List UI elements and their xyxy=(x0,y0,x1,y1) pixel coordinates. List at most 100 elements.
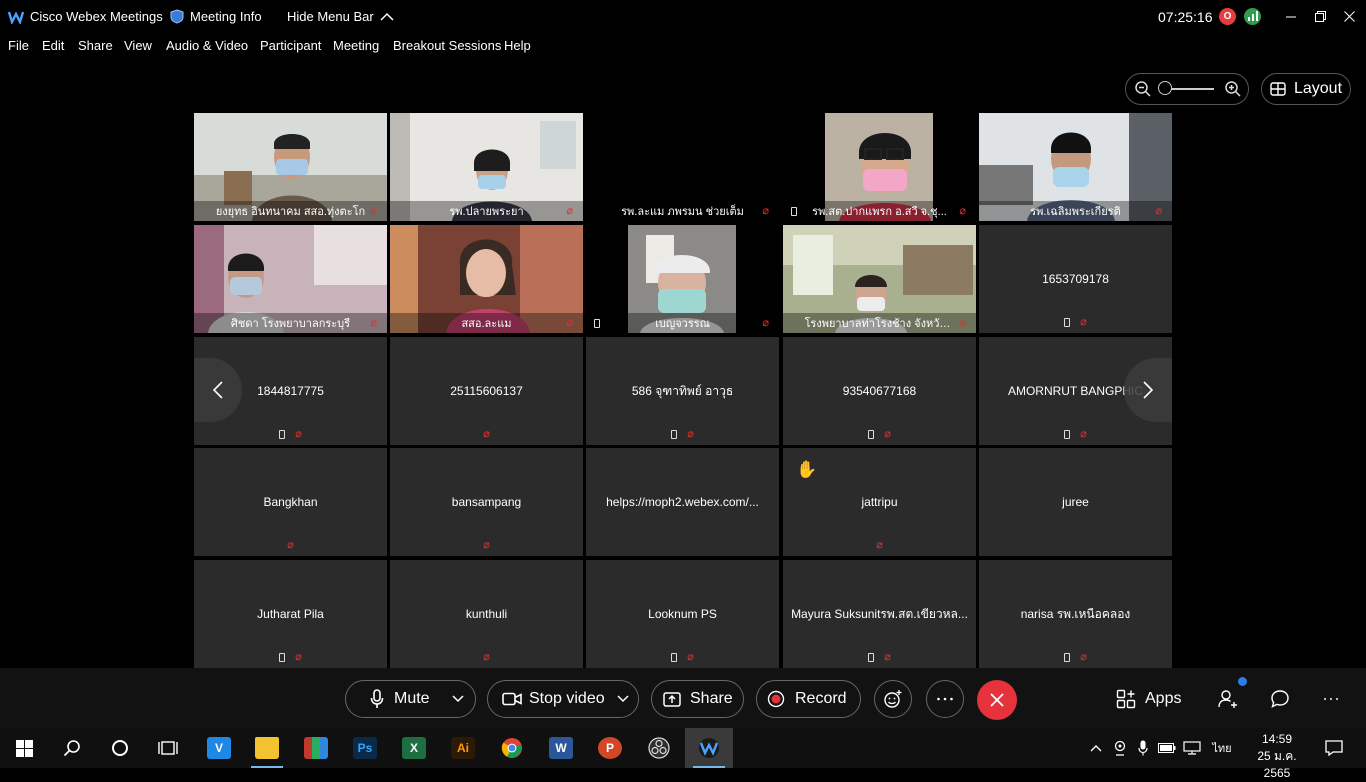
taskbar-search-button[interactable] xyxy=(48,728,96,768)
notification-center-button[interactable] xyxy=(1310,728,1358,768)
participant-status-icons: ⌀ xyxy=(194,652,387,663)
obs-icon xyxy=(648,737,670,759)
taskbar-clock[interactable]: 14:59 25 ม.ค. 2565 xyxy=(1244,728,1310,780)
menu-breakout-sessions[interactable]: Breakout Sessions xyxy=(393,33,501,59)
taskbar-chrome[interactable] xyxy=(488,728,536,768)
participant-tile[interactable]: Mayura Suksunitรพ.สต.เขียวหล... ⌀ xyxy=(783,560,976,668)
flag-app-icon xyxy=(304,737,328,759)
mute-button[interactable]: Mute xyxy=(345,680,476,718)
layout-button[interactable]: Layout xyxy=(1261,73,1351,105)
muted-microphone-icon: ⌀ xyxy=(1080,316,1087,328)
menu-audio-video[interactable]: Audio & Video xyxy=(166,33,248,59)
taskbar-file-explorer[interactable] xyxy=(243,728,291,768)
chat-bubble-icon xyxy=(1271,690,1289,708)
participant-tile[interactable]: เบญจวรรณ ⌀ xyxy=(586,225,779,333)
participant-tile[interactable]: Jutharat Pila ⌀ xyxy=(194,560,387,668)
participant-tile[interactable]: kunthuli ⌀ xyxy=(390,560,583,668)
participant-tile[interactable]: bansampang ⌀ xyxy=(390,448,583,556)
menu-file[interactable]: File xyxy=(8,33,29,59)
participant-tile[interactable]: สสอ.ละแม ⌀ xyxy=(390,225,583,333)
participant-tile[interactable]: juree xyxy=(979,448,1172,556)
chat-button[interactable] xyxy=(1270,680,1290,718)
show-hidden-icons-button[interactable] xyxy=(1084,728,1108,768)
taskbar-app-flag[interactable] xyxy=(292,728,340,768)
tray-webcam-icon[interactable] xyxy=(1108,728,1132,768)
participant-tile[interactable]: 25115606137 ⌀ xyxy=(390,337,583,445)
participant-tile[interactable]: รพ.สต.ปากแพรก อ.สวี จ.ชุ... ⌀ xyxy=(783,113,976,221)
tray-network-icon[interactable] xyxy=(1180,728,1204,768)
taskbar-powerpoint[interactable]: P xyxy=(586,728,634,768)
menu-edit[interactable]: Edit xyxy=(42,33,64,59)
tray-battery-icon[interactable] xyxy=(1155,728,1179,768)
taskbar-excel[interactable]: X xyxy=(390,728,438,768)
windows-start-button[interactable] xyxy=(0,728,48,768)
meeting-info-button[interactable]: Meeting Info xyxy=(170,0,262,33)
participant-name: รพ.เฉลิมพระเกียรติ xyxy=(1030,206,1121,218)
taskbar-illustrator[interactable]: Ai xyxy=(439,728,487,768)
chevron-down-icon[interactable] xyxy=(617,695,629,703)
participant-caption: รพ.ปลายพระยา ⌀ xyxy=(390,201,583,221)
taskbar-app-v[interactable]: V xyxy=(195,728,243,768)
microphone-icon xyxy=(370,689,384,708)
participant-tile[interactable]: 93540677168 ⌀ xyxy=(783,337,976,445)
participant-tile[interactable]: โรงพยาบาลท่าโรงช้าง จังหวัดสุรา... ⌀ xyxy=(783,225,976,333)
participant-tile[interactable]: รพ.เฉลิมพระเกียรติ ⌀ xyxy=(979,113,1172,221)
participant-tile[interactable]: ยงยุทธ อินทนาคม สสอ.ทุ่งตะโก ⌀ xyxy=(194,113,387,221)
participant-status-icons: ⌀ xyxy=(194,540,387,551)
task-view-button[interactable] xyxy=(144,728,192,768)
phone-icon xyxy=(279,430,286,439)
record-button[interactable]: Record xyxy=(756,680,861,718)
menu-view[interactable]: View xyxy=(124,33,152,59)
network-stats-icon[interactable] xyxy=(1244,8,1261,25)
hide-menu-bar-button[interactable]: Hide Menu Bar xyxy=(287,0,394,33)
zoom-in-icon[interactable] xyxy=(1224,80,1242,98)
apps-button[interactable]: Apps xyxy=(1116,680,1181,718)
menu-participant[interactable]: Participant xyxy=(260,33,321,59)
participant-tile[interactable]: helps://moph2.webex.com/... xyxy=(586,448,779,556)
participant-tile[interactable]: Bangkhan ⌀ xyxy=(194,448,387,556)
participant-video-grid: ยงยุทธ อินทนาคม สสอ.ทุ่งตะโก ⌀ รพ.ปลายพระย… xyxy=(194,113,1172,668)
more-dots-icon xyxy=(937,697,953,701)
participant-name: รพ.สต.ปากแพรก อ.สวี จ.ชุ... xyxy=(812,206,947,218)
share-button[interactable]: Share xyxy=(651,680,744,718)
participant-name: helps://moph2.webex.com/... xyxy=(606,495,759,509)
menu-meeting[interactable]: Meeting xyxy=(333,33,379,59)
participant-caption: รพ.สต.ปากแพรก อ.สวี จ.ชุ... ⌀ xyxy=(783,201,976,221)
phone-icon xyxy=(791,207,797,216)
close-window-button[interactable] xyxy=(1326,0,1366,33)
tray-language-indicator[interactable]: ไทย xyxy=(1208,728,1236,768)
participant-caption: สสอ.ละแม ⌀ xyxy=(390,313,583,333)
participant-caption: โรงพยาบาลท่าโรงช้าง จังหวัดสุรา... ⌀ xyxy=(783,313,976,333)
participant-tile[interactable]: รพ.ละแม ภพรมน ช่วยเต็ม ⌀ xyxy=(586,113,779,221)
menu-help[interactable]: Help xyxy=(504,33,531,59)
participant-tile[interactable]: 586 จุฑาทิพย์ อาวุธ ⌀ xyxy=(586,337,779,445)
reactions-button[interactable] xyxy=(874,680,912,718)
participant-tile[interactable]: Looknum PS ⌀ xyxy=(586,560,779,668)
taskbar-webex[interactable] xyxy=(685,728,733,768)
participant-tile[interactable]: รพ.ปลายพระยา ⌀ xyxy=(390,113,583,221)
participant-tile[interactable]: 1653709178 ⌀ xyxy=(979,225,1172,333)
muted-microphone-icon: ⌀ xyxy=(483,539,490,551)
zoom-out-icon[interactable] xyxy=(1134,80,1152,98)
tray-microphone-icon[interactable] xyxy=(1131,728,1155,768)
more-panels-button[interactable] xyxy=(1323,680,1339,718)
chevron-down-icon[interactable] xyxy=(452,695,464,703)
cortana-button[interactable] xyxy=(96,728,144,768)
participants-button[interactable] xyxy=(1217,677,1247,718)
muted-microphone-icon: ⌀ xyxy=(876,539,883,551)
zoom-slider-thumb[interactable] xyxy=(1158,81,1172,95)
taskbar-word[interactable]: W xyxy=(537,728,585,768)
participant-tile[interactable]: narisa รพ.เหนือคลอง ⌀ xyxy=(979,560,1172,668)
participant-tile[interactable]: ศิชดา โรงพยาบาลกระบุรี ⌀ xyxy=(194,225,387,333)
menu-share[interactable]: Share xyxy=(78,33,113,59)
muted-microphone-icon: ⌀ xyxy=(687,428,694,440)
participant-name: juree xyxy=(1062,495,1089,509)
leave-meeting-button[interactable] xyxy=(977,680,1017,720)
more-options-button[interactable] xyxy=(926,680,964,718)
stop-video-button[interactable]: Stop video xyxy=(487,680,639,718)
participant-status-icons: ⌀ xyxy=(390,429,583,440)
chrome-icon xyxy=(501,738,522,758)
taskbar-obs[interactable] xyxy=(635,728,683,768)
cortana-circle-icon xyxy=(112,740,128,756)
taskbar-photoshop[interactable]: Ps xyxy=(341,728,389,768)
